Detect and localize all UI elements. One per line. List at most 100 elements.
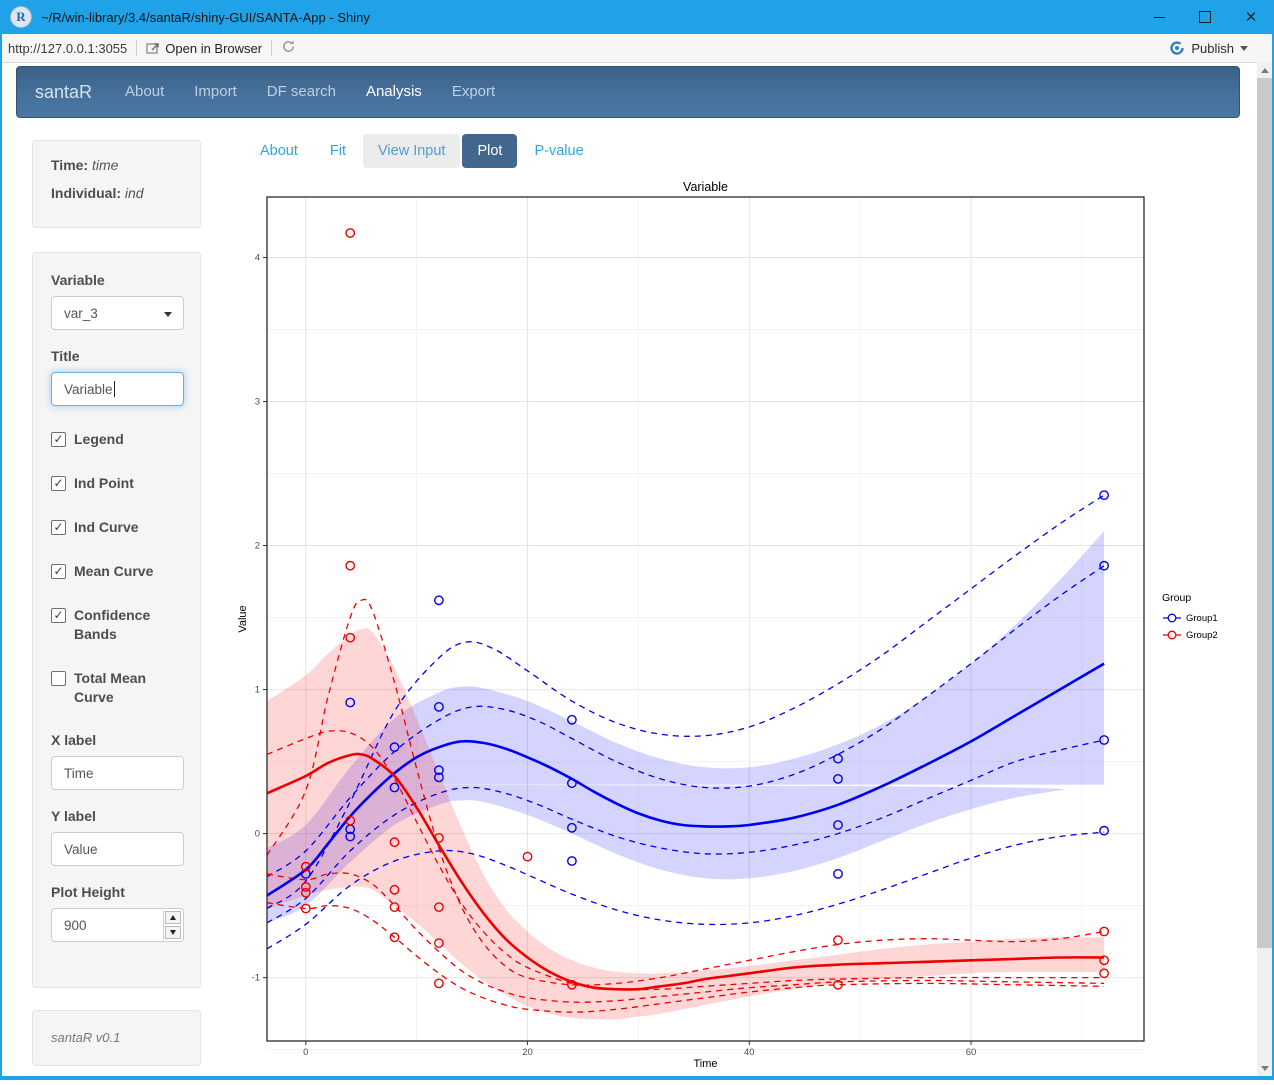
r-logo-icon: R [10,6,32,28]
publish-button[interactable]: Publish [1169,40,1248,56]
time-info: Time: time [51,157,182,173]
title-label: Title [51,348,182,364]
svg-text:-1: -1 [252,973,260,984]
text-cursor [114,381,115,397]
individual-value: ind [125,185,144,201]
time-label: Time: [51,157,88,173]
checkbox-ind-point[interactable]: ✓Ind Point [51,474,182,493]
svg-text:Variable: Variable [683,180,728,194]
spinner-up-icon [170,915,176,920]
svg-text:60: 60 [966,1047,977,1058]
svg-text:Group1: Group1 [1186,613,1218,624]
maximize-button[interactable] [1182,0,1228,34]
number-spinners [163,910,182,940]
nav-item-export[interactable]: Export [437,83,510,100]
tab-about[interactable]: About [245,134,313,168]
checkbox-mean-curve[interactable]: ✓ Mean Curve [51,562,182,581]
checkbox-checked-icon[interactable]: ✓ [51,564,66,579]
tab-fit[interactable]: Fit [315,134,361,168]
separator [136,40,137,56]
checkbox-confidence-bands[interactable]: ✓ Confidence Bands [51,606,182,644]
y-label-input[interactable]: Value [51,832,184,866]
checkbox-label: Mean Curve [74,562,182,581]
info-panel: Time: time Individual: ind [32,140,201,228]
refresh-button[interactable] [281,39,296,57]
individual-info: Individual: ind [51,185,182,201]
checkbox-label: Total Mean Curve [74,669,182,707]
close-button[interactable]: × [1228,0,1274,34]
checkbox-label: Legend [74,430,182,449]
checkbox-label: Ind Curve [74,518,182,537]
checkbox-group: ✓Legend✓Ind Point✓Ind Curve✓Mean Curve✓C… [51,430,182,707]
scroll-up-button[interactable] [1257,62,1272,78]
url-text: http://127.0.0.1:3055 [8,41,127,56]
spinner-down-icon [170,930,176,935]
svg-text:4: 4 [255,252,260,263]
tab-view-input[interactable]: View Input [363,134,460,168]
title-input[interactable]: Variable [51,372,184,406]
x-label-input[interactable]: Time [51,756,184,790]
nav-item-about[interactable]: About [110,83,179,100]
svg-text:0: 0 [255,829,260,840]
plot-height-value: 900 [64,918,87,933]
spinner-down-button[interactable] [165,926,181,939]
scrollbar-thumb[interactable] [1257,78,1272,948]
publish-icon [1169,40,1185,56]
checkbox-legend[interactable]: ✓ Legend [51,430,182,449]
refresh-icon [281,39,296,54]
svg-text:1: 1 [255,685,260,696]
time-value: time [92,157,118,173]
version-panel: santaR v0.1 [32,1010,201,1066]
open-in-browser-button[interactable]: Open in Browser [146,41,262,56]
app-navbar: santaR AboutImportDF searchAnalysisExpor… [16,66,1240,118]
close-icon: × [1245,8,1256,27]
checkbox-checked-icon[interactable]: ✓ [51,520,66,535]
spinner-up-button[interactable] [165,911,181,924]
nav-item-analysis[interactable]: Analysis [351,83,437,100]
window-border [0,34,2,1080]
svg-text:0: 0 [303,1047,308,1058]
window-title: ~/R/win-library/3.4/santaR/shiny-GUI/SAN… [41,10,370,25]
minimize-button[interactable] [1136,0,1182,34]
nav-item-import[interactable]: Import [179,83,252,100]
y-label-label: Y label [51,808,182,824]
svg-text:2: 2 [255,541,260,552]
open-in-browser-label: Open in Browser [165,41,262,56]
variable-label: Variable [51,272,182,288]
tab-p-value[interactable]: P-value [519,134,598,168]
browser-toolbar: http://127.0.0.1:3055 Open in Browser Pu… [0,34,1274,63]
x-label-value: Time [64,766,94,781]
nav-item-df-search[interactable]: DF search [252,83,351,100]
plot-controls-panel: Variable var_3 Title Variable ✓Legend✓In… [32,252,201,988]
svg-text:40: 40 [744,1047,755,1058]
publish-label: Publish [1191,41,1234,56]
checkbox-checked-icon[interactable]: ✓ [51,608,66,623]
scroll-down-button[interactable] [1257,1060,1272,1076]
plot-height-input[interactable]: 900 [51,908,184,942]
maximize-icon [1199,11,1211,23]
checkbox-checked-icon[interactable]: ✓ [51,432,66,447]
checkbox-label: Confidence Bands [74,606,182,644]
title-bar: R ~/R/win-library/3.4/santaR/shiny-GUI/S… [0,0,1274,34]
open-in-browser-icon [146,42,160,55]
vertical-scrollbar[interactable] [1257,62,1272,1076]
minimize-icon [1154,17,1165,18]
publish-caret-icon[interactable] [1240,46,1248,51]
svg-text:20: 20 [522,1047,533,1058]
variable-select[interactable]: var_3 [51,296,184,330]
checkbox-unchecked-icon[interactable] [51,671,66,686]
plot-image: -1012340204060VariableTimeValueGroupGrou… [232,180,1252,1080]
checkbox-ind-curve[interactable]: ✓ Ind Curve [51,518,182,537]
chevron-down-icon [164,312,172,317]
svg-text:Group: Group [1162,592,1191,604]
checkbox-total-mean-curve[interactable]: Total Mean Curve [51,669,182,707]
version-text: santaR v0.1 [51,1030,120,1045]
checkbox-checked-icon[interactable]: ✓ [51,476,66,491]
window-border [0,1076,1274,1080]
tab-plot[interactable]: Plot [462,134,517,168]
svg-text:Time: Time [693,1058,717,1070]
navbar-brand[interactable]: santaR [17,82,110,103]
svg-text:Value: Value [237,605,249,632]
svg-text:3: 3 [255,397,260,408]
analysis-tabset: AboutFitView InputPlotP-value [245,134,601,168]
